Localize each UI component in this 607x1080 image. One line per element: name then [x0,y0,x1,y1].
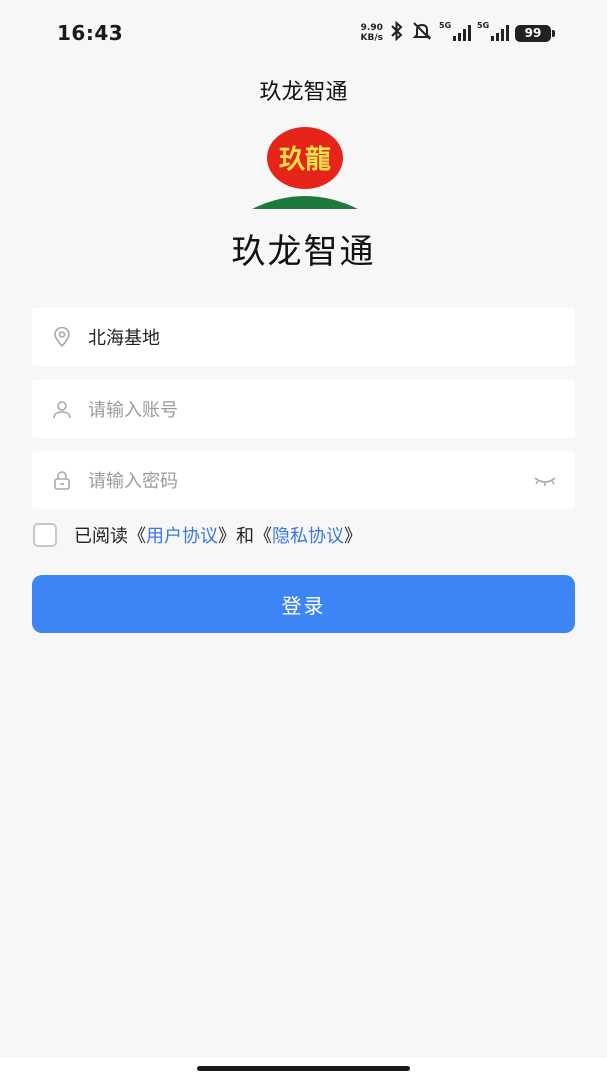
signal-label: 5G [439,21,452,30]
bluetooth-icon [389,20,405,45]
status-bar: 16:43 9.90 KB/s 5G 5G 99 [0,0,607,66]
agreement-middle: 》和《 [218,526,272,547]
agreement-checkbox[interactable] [33,523,57,547]
lock-icon [52,470,72,490]
network-speed-value: 9.90 [360,23,383,33]
password-field[interactable]: 请输入密码 [32,451,575,509]
network-speed: 9.90 KB/s [361,23,383,43]
signal-icon: 5G [477,21,509,41]
status-time: 16:43 [57,21,124,45]
battery-icon: 99 [515,24,555,42]
login-button[interactable]: 登录 [32,575,575,633]
agreement-row: 已阅读《 用户协议 》和《 隐私协议 》 [33,522,362,548]
signal-icon: 5G [439,21,471,41]
home-indicator[interactable] [197,1066,410,1071]
app-name: 玖龙智通 [231,232,376,272]
app-logo: 玖龍 [250,127,360,211]
privacy-agreement-link[interactable]: 隐私协议 [272,522,344,548]
agreement-prefix: 已阅读《 [74,526,146,547]
svg-text:玖龍: 玖龍 [279,144,331,175]
user-icon [52,399,72,419]
location-icon [52,327,72,347]
status-icons: 9.90 KB/s 5G 5G 99 [361,20,555,45]
page-title: 玖龙智通 [259,80,348,105]
muted-bell-icon [411,21,433,45]
signal-label: 5G [477,21,490,30]
user-agreement-link[interactable]: 用户协议 [146,522,218,548]
base-selector[interactable]: 北海基地 [32,308,575,366]
eye-closed-icon[interactable] [533,470,557,494]
password-input[interactable]: 请输入密码 [88,467,178,493]
base-selector-value: 北海基地 [88,328,160,349]
account-input[interactable]: 请输入账号 [88,396,178,422]
battery-level: 99 [524,26,542,40]
account-field[interactable]: 请输入账号 [32,380,575,438]
network-speed-unit: KB/s [360,33,383,43]
agreement-suffix: 》 [344,526,362,547]
